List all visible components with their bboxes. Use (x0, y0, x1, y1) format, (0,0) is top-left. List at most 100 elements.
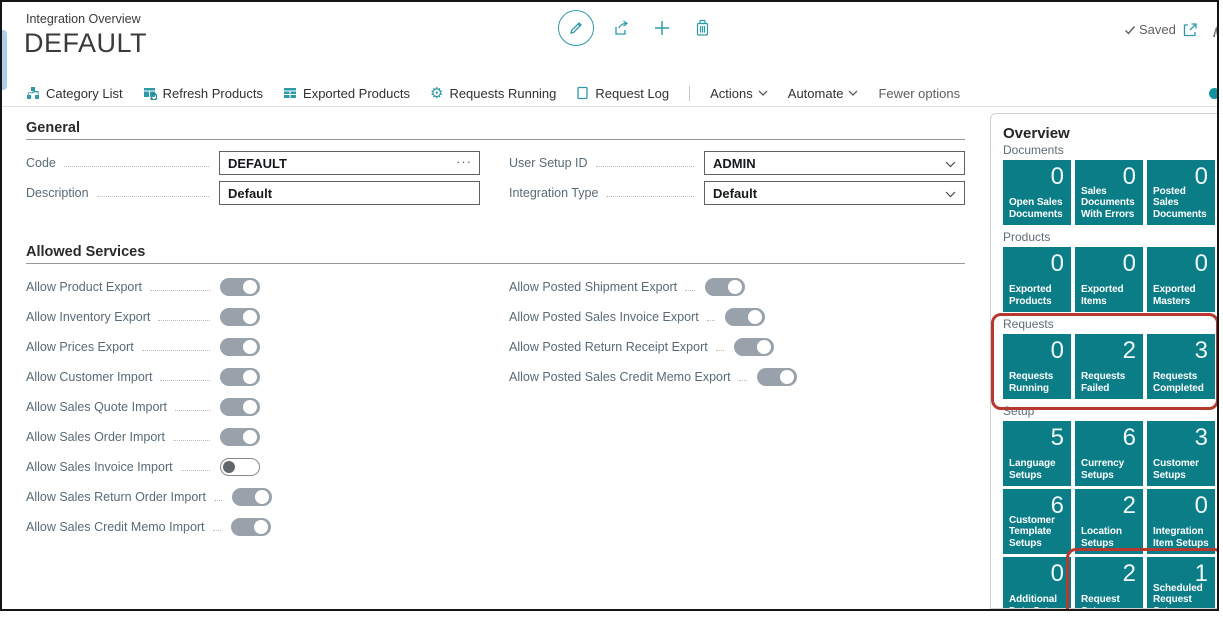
plus-icon (653, 19, 671, 37)
cue-value: 0 (1051, 337, 1064, 365)
toggle-row: Allow Product Export (26, 277, 260, 297)
cue-label: Exported Products (1009, 284, 1068, 307)
user-setup-id-field-row: User Setup ID ADMIN (509, 151, 965, 175)
allow-sales-quote-import-toggle[interactable] (220, 398, 260, 416)
edit-button[interactable] (558, 10, 594, 46)
dotted-leader (175, 397, 210, 411)
toggle-row: Allow Posted Shipment Export (509, 277, 745, 297)
dotted-leader (214, 487, 222, 501)
user-setup-id-select[interactable]: ADMIN (704, 151, 965, 175)
cue-tile-additional-data-setups[interactable]: 0 Additional Data Setups (1003, 557, 1071, 609)
cue-label: Exported Items (1081, 284, 1140, 307)
allow-prices-export-toggle[interactable] (220, 338, 260, 356)
code-input[interactable] (219, 151, 480, 175)
action-exported-products[interactable]: Exported Products (283, 86, 410, 101)
field-label: Allow Posted Sales Credit Memo Export (509, 370, 731, 384)
cue-tile-sales-documents-with-errors[interactable]: 0 Sales Documents With Errors (1075, 160, 1143, 225)
dotted-leader (606, 183, 694, 197)
allow-posted-sales-invoice-export-toggle[interactable] (725, 308, 765, 326)
cue-tile-language-setups[interactable]: 5 Language Setups (1003, 421, 1071, 486)
cue-label: Exported Masters (1153, 284, 1212, 307)
overview-panel: Overview Documents 0 Open Sales Document… (990, 113, 1219, 609)
app-window: Integration Overview DEFAULT (0, 0, 1219, 611)
allow-posted-return-receipt-export-toggle[interactable] (734, 338, 774, 356)
cue-value: 0 (1195, 250, 1208, 278)
allow-posted-shipment-export-toggle[interactable] (705, 278, 745, 296)
cue-group-documents: Documents 0 Open Sales Documents 0 Sales… (1003, 144, 1219, 225)
general-section-heading: General (26, 120, 80, 136)
cue-label: Additional Data Setups (1009, 594, 1068, 609)
cue-tile-requests-running[interactable]: 0 Requests Running (1003, 334, 1071, 399)
cue-tile-request-setups[interactable]: 2 Request Setups (1075, 557, 1143, 609)
delete-button[interactable] (690, 16, 714, 40)
toggle-knob (757, 340, 771, 354)
breadcrumb[interactable]: Integration Overview (26, 12, 141, 26)
toggle-knob (243, 430, 257, 444)
cue-tile-scheduled-request-setups[interactable]: 1 Scheduled Request Setups (1147, 557, 1215, 609)
cue-label: Open Sales Documents (1009, 197, 1068, 220)
fewer-options-button[interactable]: Fewer options (878, 86, 960, 101)
allow-sales-order-import-toggle[interactable] (220, 428, 260, 446)
cue-tile-requests-failed[interactable]: 2 Requests Failed (1075, 334, 1143, 399)
cue-tile-location-setups[interactable]: 2 Location Setups (1075, 489, 1143, 554)
cue-tile-exported-products[interactable]: 0 Exported Products (1003, 247, 1071, 312)
allow-sales-invoice-import-toggle[interactable] (220, 458, 260, 476)
toggle-row: Allow Posted Sales Credit Memo Export (509, 367, 745, 387)
dotted-leader (716, 337, 724, 351)
cue-value: 3 (1195, 424, 1208, 452)
overview-title: Overview (1003, 124, 1219, 144)
toggle-knob (243, 280, 257, 294)
toggle-row: Allow Posted Return Receipt Export (509, 337, 745, 357)
dotted-leader (160, 367, 210, 381)
menu-label: Actions (710, 86, 753, 101)
cue-value: 0 (1195, 492, 1208, 520)
cue-tile-exported-items[interactable]: 0 Exported Items (1075, 247, 1143, 312)
action-label: Category List (46, 86, 123, 101)
automate-menu[interactable]: Automate (788, 86, 859, 101)
edge-accent (2, 30, 7, 90)
toggle-knob (223, 461, 235, 473)
description-input[interactable] (219, 181, 480, 205)
action-category-list[interactable]: Category List (26, 86, 123, 101)
dotted-leader (181, 457, 210, 471)
cue-tile-currency-setups[interactable]: 6 Currency Setups (1075, 421, 1143, 486)
toggle-row: Allow Sales Order Import (26, 427, 260, 447)
popout-button[interactable] (1182, 22, 1198, 38)
cue-tile-requests-completed[interactable]: 3 Requests Completed (1147, 334, 1215, 399)
new-button[interactable] (650, 16, 674, 40)
cue-tile-posted-sales-documents[interactable]: 0 Posted Sales Documents (1147, 160, 1215, 225)
cue-value: 2 (1123, 337, 1136, 365)
cue-label: Posted Sales Documents (1153, 186, 1212, 221)
cue-tile-integration-item-setups[interactable]: 0 Integration Item Setups (1147, 489, 1215, 554)
allow-sales-return-order-import-toggle[interactable] (232, 488, 272, 506)
cue-tile-open-sales-documents[interactable]: 0 Open Sales Documents (1003, 160, 1071, 225)
assist-edit-button[interactable]: ··· (456, 152, 472, 172)
action-request-log[interactable]: Request Log (576, 86, 669, 101)
integration-type-select[interactable]: Default (704, 181, 965, 205)
share-button[interactable] (610, 16, 634, 40)
action-refresh-products[interactable]: Refresh Products (143, 86, 263, 101)
select-value: ADMIN (713, 156, 756, 171)
code-field-row: Code ··· (26, 151, 480, 175)
actions-menu[interactable]: Actions (710, 86, 768, 101)
allow-sales-credit-memo-import-toggle[interactable] (231, 518, 271, 536)
cue-tile-customer-template-setups[interactable]: 6 Customer Template Setups (1003, 489, 1071, 554)
cue-label: Integration Item Setups (1153, 526, 1212, 549)
menu-label: Automate (788, 86, 844, 101)
action-label: Requests Running (449, 86, 556, 101)
allow-customer-import-toggle[interactable] (220, 368, 260, 386)
cue-value: 2 (1123, 492, 1136, 520)
dotted-leader (739, 367, 747, 381)
toggle-knob (728, 280, 742, 294)
cue-tile-exported-masters[interactable]: 0 Exported Masters (1147, 247, 1215, 312)
toggle-row: Allow Posted Sales Invoice Export (509, 307, 745, 327)
dotted-leader (596, 153, 694, 167)
action-requests-running[interactable]: ⚙ Requests Running (430, 86, 556, 101)
allow-inventory-export-toggle[interactable] (220, 308, 260, 326)
allow-product-export-toggle[interactable] (220, 278, 260, 296)
action-label: Exported Products (303, 86, 410, 101)
allow-posted-sales-credit-memo-export-toggle[interactable] (757, 368, 797, 386)
exported-products-icon (283, 86, 297, 100)
cue-tile-customer-setups[interactable]: 3 Customer Setups (1147, 421, 1215, 486)
dotted-leader (142, 337, 210, 351)
